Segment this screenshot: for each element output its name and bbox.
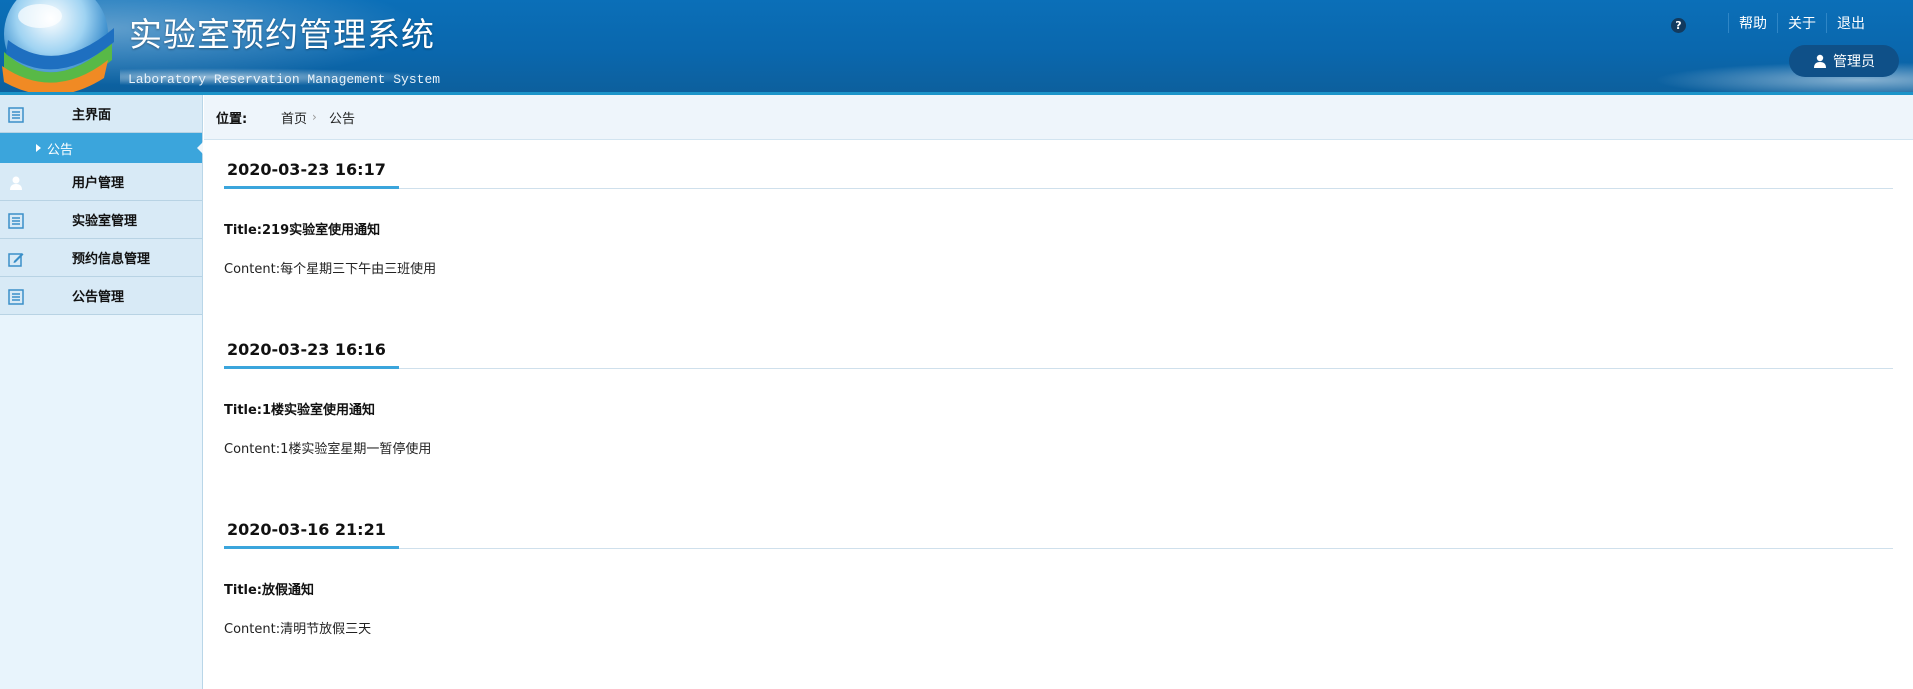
notice-divider xyxy=(224,186,1893,189)
notice-content: Content:1楼实验室星期一暂停使用 xyxy=(224,442,432,457)
sidebar-item-user-management[interactable]: 用户管理 xyxy=(0,163,202,201)
sidebar-item-notice[interactable]: 公告 xyxy=(0,133,203,163)
sidebar: 主界面 公告 用户管理 实验室管理 预约信息管理 公告管理 xyxy=(0,95,203,689)
notice-content: Content:每个星期三下午由三班使用 xyxy=(224,262,437,277)
notice-title: Title:1楼实验室使用通知 xyxy=(224,403,376,418)
breadcrumb-label: 位置: xyxy=(216,111,248,127)
notice-content: Content:清明节放假三天 xyxy=(224,622,372,637)
breadcrumb-home-link[interactable]: 首页 xyxy=(281,108,307,127)
chevron-right-icon: › xyxy=(312,110,317,124)
sidebar-item-lab-management[interactable]: 实验室管理 xyxy=(0,201,202,239)
logout-link[interactable]: 退出 xyxy=(1826,13,1875,33)
list-icon xyxy=(8,289,24,305)
active-indicator xyxy=(197,142,203,154)
notice-divider xyxy=(224,546,1893,549)
notice-item: 2020-03-16 21:21 Title:放假通知 Content:清明节放… xyxy=(224,518,1893,637)
notice-title: Title:219实验室使用通知 xyxy=(224,223,381,238)
app-title: 实验室预约管理系统 xyxy=(129,15,435,54)
notice-item: 2020-03-23 16:17 Title:219实验室使用通知 Conten… xyxy=(224,158,1893,277)
top-links: ? 帮助 关于 退出 xyxy=(1671,13,1875,33)
notice-item: 2020-03-23 16:16 Title:1楼实验室使用通知 Content… xyxy=(224,338,1893,457)
user-icon xyxy=(10,176,22,190)
about-link[interactable]: 关于 xyxy=(1777,13,1826,33)
sidebar-item-label: 实验室管理 xyxy=(72,214,138,229)
notice-date: 2020-03-23 16:17 xyxy=(227,160,386,179)
help-icon[interactable]: ? xyxy=(1671,17,1686,33)
breadcrumb-current: 公告 xyxy=(329,111,356,127)
app-subtitle: Laboratory Reservation Management System xyxy=(128,72,441,87)
notice-date: 2020-03-16 21:21 xyxy=(227,520,386,539)
app-header: 实验室预约管理系统 Laboratory Reservation Managem… xyxy=(0,0,1913,95)
sidebar-item-main[interactable]: 主界面 xyxy=(0,95,202,133)
sidebar-item-label: 公告管理 xyxy=(72,290,125,305)
notice-divider xyxy=(224,366,1893,369)
help-link[interactable]: 帮助 xyxy=(1728,13,1777,33)
notice-title: Title:放假通知 xyxy=(224,583,315,598)
notice-date: 2020-03-23 16:16 xyxy=(227,340,386,359)
list-icon xyxy=(8,213,24,229)
breadcrumb: 位置: 首页 › 公告 xyxy=(204,95,1913,140)
list-icon xyxy=(8,107,24,123)
user-name: 管理员 xyxy=(1833,54,1875,70)
sidebar-item-label: 公告 xyxy=(47,142,74,158)
user-badge[interactable]: 管理员 xyxy=(1789,45,1899,77)
sidebar-item-reservation-management[interactable]: 预约信息管理 xyxy=(0,239,202,277)
globe-logo-icon xyxy=(2,0,114,94)
edit-icon xyxy=(8,253,24,267)
user-icon xyxy=(1814,54,1826,68)
sidebar-item-notice-management[interactable]: 公告管理 xyxy=(0,277,202,315)
sidebar-item-label: 预约信息管理 xyxy=(72,252,151,267)
caret-right-icon xyxy=(36,144,41,152)
sidebar-item-label: 主界面 xyxy=(72,108,112,123)
sidebar-item-label: 用户管理 xyxy=(72,176,125,191)
